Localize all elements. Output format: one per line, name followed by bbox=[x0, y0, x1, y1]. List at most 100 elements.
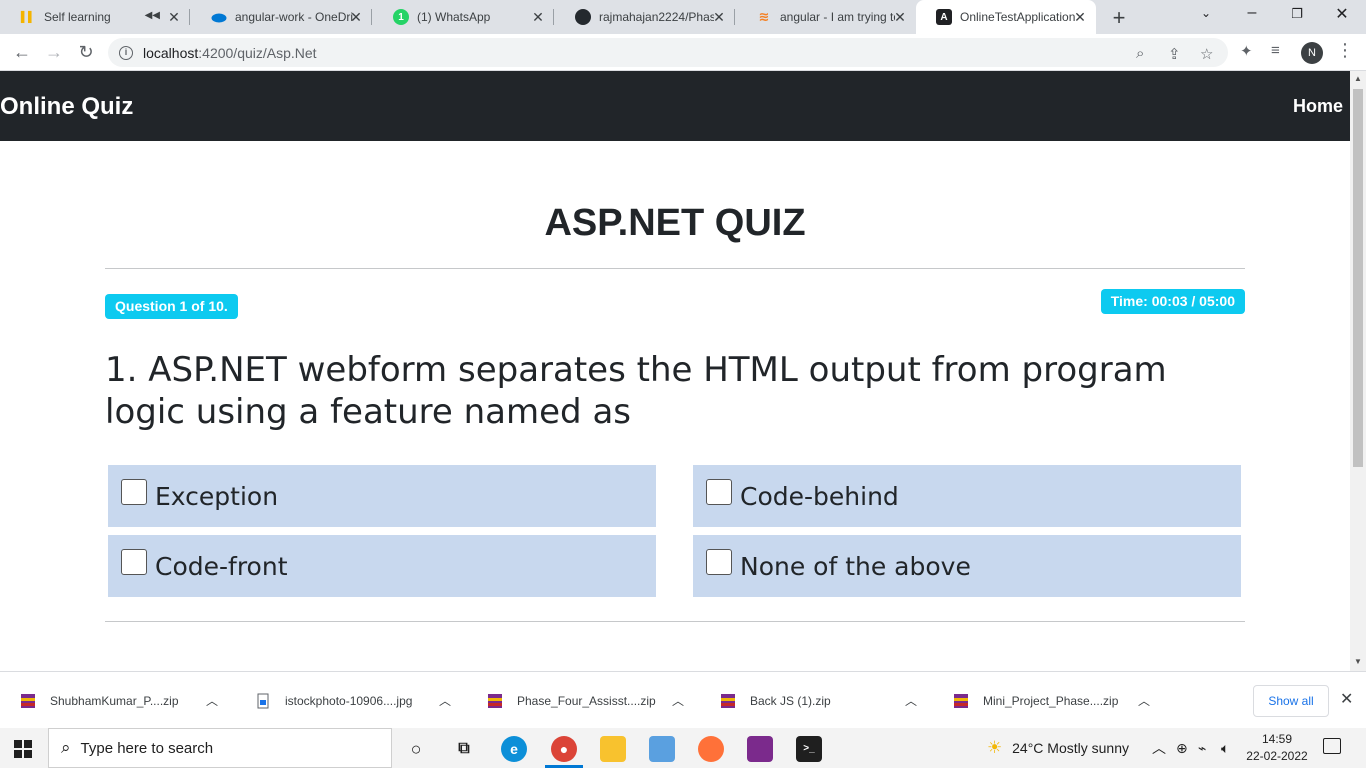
cortana-icon[interactable]: ○ bbox=[403, 736, 429, 762]
option-checkbox[interactable] bbox=[121, 479, 147, 505]
tab-title: angular - I am trying to bbox=[780, 10, 895, 24]
meet-now-icon[interactable]: ⊕ bbox=[1176, 728, 1188, 768]
computer-icon[interactable] bbox=[649, 736, 675, 762]
downloads-bar: ShubhamKumar_P....zip ︿ istockphoto-1090… bbox=[0, 671, 1366, 728]
tab-title: OnlineTestApplication bbox=[960, 10, 1076, 24]
tab-divider bbox=[189, 9, 190, 25]
winrar-icon bbox=[21, 693, 35, 708]
page-scrollbar[interactable]: ▲ ▼ bbox=[1350, 71, 1366, 671]
terminal-icon[interactable]: >_ bbox=[796, 736, 822, 762]
reload-icon[interactable]: ↻ bbox=[74, 40, 98, 64]
chevron-up-icon[interactable]: ︿ bbox=[905, 672, 917, 729]
site-navbar: Online Quiz Home bbox=[0, 71, 1350, 141]
tab-search-icon[interactable]: ⌄ bbox=[1186, 6, 1226, 20]
close-window-button[interactable]: ✕ bbox=[1322, 4, 1362, 24]
search-icon: ⌕ bbox=[61, 738, 71, 757]
extensions-puzzle-icon[interactable]: ✦ bbox=[1240, 42, 1253, 60]
onedrive-cloud-icon bbox=[211, 9, 227, 25]
windows-start-icon[interactable] bbox=[14, 740, 32, 758]
task-view-icon[interactable]: ⧉ bbox=[451, 736, 477, 762]
back-arrow-icon[interactable]: ← bbox=[10, 40, 34, 64]
clock-date: 22-02-2022 bbox=[1246, 749, 1308, 763]
search-placeholder: Type here to search bbox=[80, 739, 214, 757]
tab-title: (1) WhatsApp bbox=[417, 10, 491, 24]
home-link[interactable]: Home bbox=[1293, 96, 1343, 117]
mute-icon[interactable]: ◀◀ bbox=[145, 10, 160, 21]
menu-kebab-icon[interactable]: ⋮ bbox=[1336, 40, 1354, 61]
chevron-up-icon[interactable]: ︿ bbox=[1138, 672, 1150, 729]
download-item[interactable]: istockphoto-10906....jpg bbox=[255, 672, 412, 729]
new-tab-button[interactable]: + bbox=[1108, 5, 1130, 31]
close-icon[interactable]: ✕ bbox=[1072, 9, 1088, 26]
winrar-icon bbox=[488, 693, 502, 708]
stackoverflow-icon: ≋ bbox=[758, 9, 770, 24]
bookmark-star-icon[interactable]: ☆ bbox=[1200, 45, 1213, 63]
forward-arrow-icon[interactable]: → bbox=[42, 40, 66, 64]
tab-online-test-application[interactable]: A OnlineTestApplication ✕ bbox=[916, 0, 1096, 34]
download-item[interactable]: Mini_Project_Phase....zip bbox=[953, 672, 1118, 729]
option-checkbox[interactable] bbox=[121, 549, 147, 575]
tab-github[interactable]: rajmahajan2224/Phase ✕ bbox=[555, 0, 735, 34]
reading-list-icon[interactable]: ≡ bbox=[1271, 42, 1280, 59]
weather-widget[interactable]: ☀ 24°C Mostly sunny bbox=[987, 728, 1129, 768]
option-none-of-the-above[interactable]: None of the above bbox=[693, 535, 1241, 597]
option-exception[interactable]: Exception bbox=[108, 465, 656, 527]
option-code-behind[interactable]: Code-behind bbox=[693, 465, 1241, 527]
notification-icon[interactable] bbox=[1323, 738, 1341, 754]
close-icon[interactable]: ✕ bbox=[711, 9, 727, 26]
system-clock[interactable]: 14:59 22-02-2022 bbox=[1245, 731, 1309, 765]
bar-chart-icon: ▌▌ bbox=[20, 11, 36, 23]
close-icon[interactable]: ✕ bbox=[348, 9, 364, 26]
chevron-up-icon[interactable]: ︿ bbox=[206, 672, 218, 729]
share-icon[interactable]: ⇪ bbox=[1168, 45, 1181, 63]
close-icon[interactable]: ✕ bbox=[530, 9, 546, 26]
close-downloads-icon[interactable]: ✕ bbox=[1340, 689, 1353, 709]
download-item[interactable]: ShubhamKumar_P....zip bbox=[20, 672, 179, 729]
tab-stackoverflow[interactable]: ≋ angular - I am trying to ✕ bbox=[736, 0, 916, 34]
show-all-downloads-button[interactable]: Show all bbox=[1253, 685, 1329, 717]
download-filename: Back JS (1).zip bbox=[750, 693, 831, 708]
download-filename: Mini_Project_Phase....zip bbox=[983, 693, 1119, 708]
tab-whatsapp[interactable]: 1 (1) WhatsApp ✕ bbox=[373, 0, 554, 34]
restore-button[interactable]: ❐ bbox=[1277, 6, 1317, 22]
winrar-icon[interactable] bbox=[747, 736, 773, 762]
whatsapp-icon: 1 bbox=[393, 9, 409, 25]
url-path: :4200/quiz/Asp.Net bbox=[198, 44, 317, 61]
sun-cloud-icon: ☀ bbox=[987, 738, 1003, 757]
address-bar[interactable]: i localhost:4200/quiz/Asp.Net ⌕ ⇪ ☆ bbox=[108, 38, 1228, 67]
browser-tab-strip: ▌▌ Self learning ◀◀ ✕ angular-work - One… bbox=[0, 0, 1366, 34]
download-item[interactable]: Phase_Four_Assisst....zip bbox=[487, 672, 656, 729]
download-item[interactable]: Back JS (1).zip bbox=[720, 672, 831, 729]
url-text[interactable]: localhost:4200/quiz/Asp.Net bbox=[143, 45, 317, 61]
tab-title: rajmahajan2224/Phase bbox=[599, 10, 714, 24]
chevron-up-icon[interactable]: ︿ bbox=[1152, 728, 1166, 768]
firefox-icon[interactable] bbox=[698, 736, 724, 762]
file-explorer-icon[interactable] bbox=[600, 736, 626, 762]
image-file-icon bbox=[257, 693, 269, 708]
tab-self-learning[interactable]: ▌▌ Self learning ◀◀ ✕ bbox=[0, 0, 190, 34]
option-label: Code-behind bbox=[740, 481, 899, 511]
option-checkbox[interactable] bbox=[706, 549, 732, 575]
close-icon[interactable]: ✕ bbox=[166, 9, 182, 26]
scroll-up-arrow-icon[interactable]: ▲ bbox=[1354, 74, 1362, 83]
minimize-button[interactable]: – bbox=[1232, 4, 1272, 22]
clock-time: 14:59 bbox=[1261, 732, 1293, 746]
option-checkbox[interactable] bbox=[706, 479, 732, 505]
chrome-icon[interactable]: ● bbox=[551, 736, 577, 762]
chevron-up-icon[interactable]: ︿ bbox=[439, 672, 451, 729]
close-icon[interactable]: ✕ bbox=[892, 9, 908, 26]
tab-onedrive[interactable]: angular-work - OneDrive ✕ bbox=[191, 0, 372, 34]
scroll-down-arrow-icon[interactable]: ▼ bbox=[1354, 657, 1362, 666]
scrollbar-thumb[interactable] bbox=[1353, 89, 1363, 467]
edge-icon[interactable]: e bbox=[501, 736, 527, 762]
option-code-front[interactable]: Code-front bbox=[108, 535, 656, 597]
volume-icon[interactable]: 🔈︎ bbox=[1221, 728, 1229, 768]
taskbar-search-input[interactable]: ⌕ Type here to search bbox=[48, 728, 392, 768]
zoom-icon[interactable]: ⌕ bbox=[1136, 45, 1144, 62]
site-info-icon[interactable]: i bbox=[119, 45, 133, 60]
chevron-up-icon[interactable]: ︿ bbox=[672, 672, 684, 729]
github-icon bbox=[575, 9, 591, 25]
profile-avatar[interactable]: N bbox=[1301, 42, 1323, 64]
navbar-brand[interactable]: Online Quiz bbox=[0, 93, 133, 121]
network-icon[interactable]: ⌁ bbox=[1198, 728, 1206, 768]
